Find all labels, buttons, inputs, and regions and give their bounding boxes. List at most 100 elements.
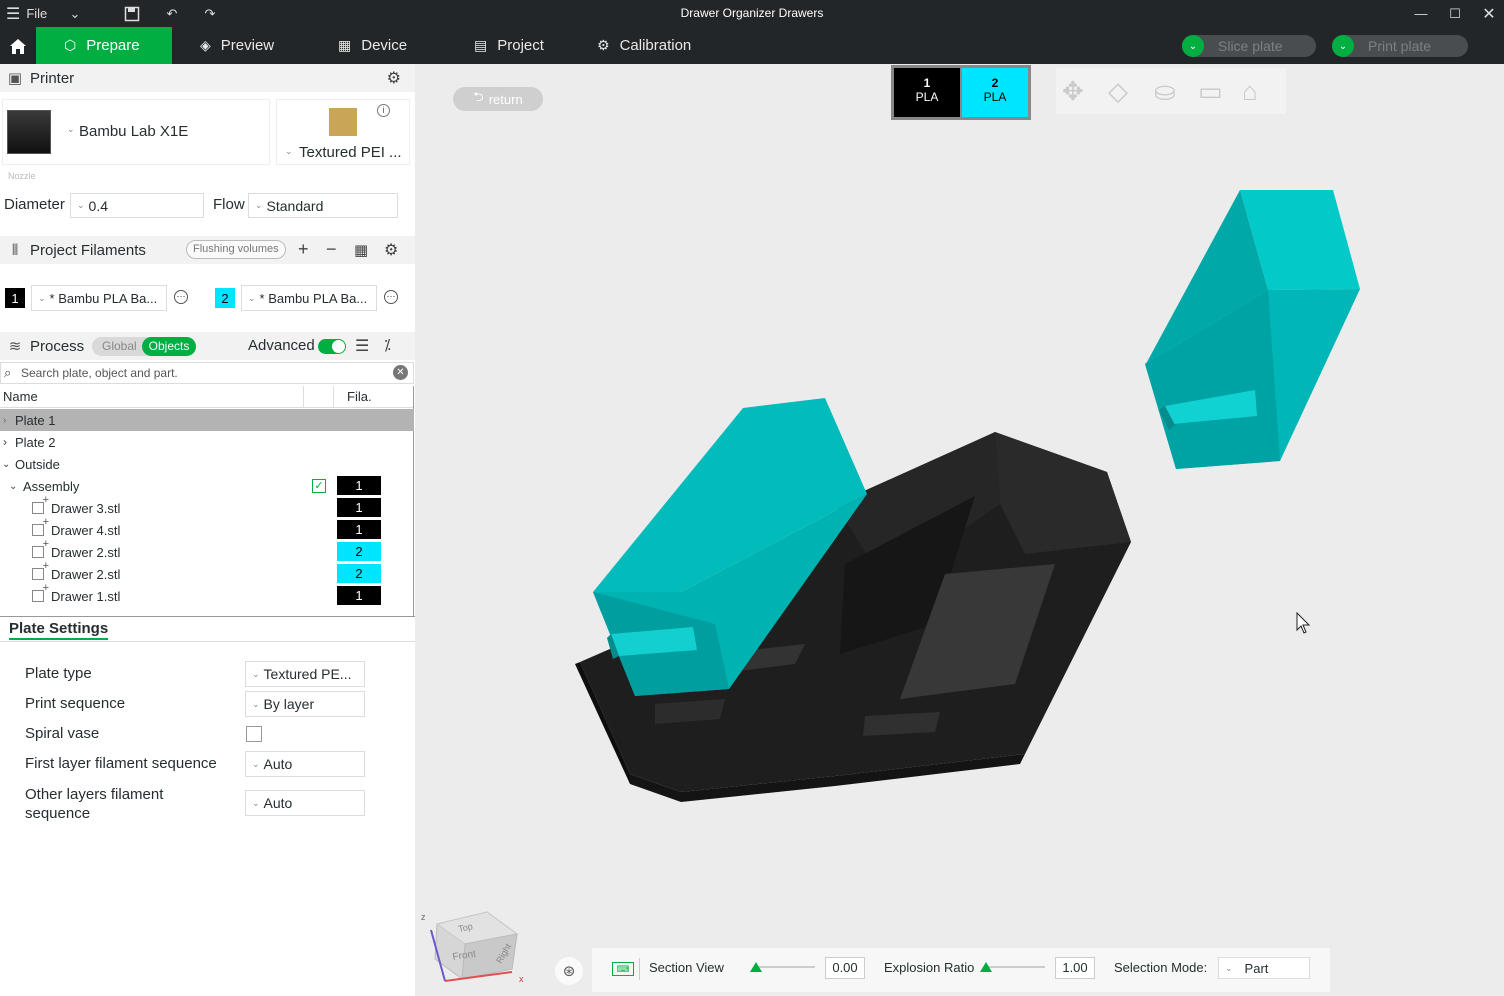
tree-row-plate-2[interactable]: › Plate 2 (0, 431, 414, 453)
plate-settings-header: Plate Settings (0, 616, 415, 642)
filament-swatch[interactable]: 1 (337, 586, 381, 605)
filament-swatch[interactable]: 1 (337, 498, 381, 517)
first-layer-sequence-select[interactable]: ⌄ Auto (245, 751, 365, 777)
chevron-right-icon[interactable]: › (3, 435, 7, 449)
print-plate-button[interactable]: ⌄ Print plate (1332, 35, 1468, 57)
tree-row-part[interactable]: Drawer 1.stl 1 (0, 582, 414, 607)
info-icon[interactable]: i (377, 104, 390, 117)
explosion-ratio-slider[interactable] (980, 962, 1045, 972)
tab-device[interactable]: ▦ Device (338, 27, 448, 64)
spiral-vase-checkbox[interactable] (246, 726, 262, 742)
more-icon[interactable]: ··· (174, 290, 188, 304)
global-option[interactable]: Global (102, 339, 137, 353)
chevron-right-icon[interactable]: › (3, 415, 6, 426)
checkbox-checked-icon[interactable]: ✓ (312, 479, 326, 493)
plate-type-select[interactable]: ⌄ Textured PE... (245, 661, 365, 687)
tab-prepare-label: Prepare (86, 37, 140, 54)
tab-calibration[interactable]: ⚙ Calibration (597, 27, 727, 64)
filament-name-1: * Bambu PLA Ba... (49, 290, 158, 306)
add-icon[interactable]: + (298, 239, 309, 260)
tab-project[interactable]: ▤ Project (474, 27, 584, 64)
3d-viewport[interactable]: ⮌ return 1 PLA 2 PLA ✥ ◇ ⛀ ▭ ⌂ Top Front… (415, 64, 1504, 996)
filament-swatch[interactable]: 2 (337, 564, 381, 583)
chevron-down-icon[interactable]: ⌄ (1332, 35, 1354, 57)
diameter-label: Diameter (4, 196, 65, 213)
slider-handle[interactable] (980, 962, 992, 972)
selection-mode-value: Part (1244, 960, 1269, 976)
home-button[interactable] (0, 27, 36, 64)
tree-row-part[interactable]: Drawer 2.stl 2 (0, 538, 414, 563)
section-view-label: Section View (649, 960, 724, 975)
plate-selector[interactable]: i ⌄ Textured PEI ... (276, 99, 410, 165)
filament-name-2: * Bambu PLA Ba... (259, 290, 368, 306)
selection-mode-select[interactable]: ⌄ Part (1218, 957, 1310, 979)
diameter-select[interactable]: ⌄ 0.4 (70, 193, 204, 218)
filament-index-2[interactable]: 2 (215, 288, 235, 308)
chevron-down-icon[interactable]: ⌄ (1182, 35, 1204, 57)
process-section-header: ≋ Process Global Objects Advanced ☰ ⁒ (0, 332, 415, 360)
tree-row-plate-1[interactable]: › Plate 1 (0, 409, 414, 431)
first-layer-sequence-label: First layer filament sequence (25, 755, 217, 772)
filament-swatch[interactable]: 1 (337, 476, 381, 495)
device-icon: ▦ (338, 37, 352, 53)
search-field[interactable]: ⌕ Search plate, object and part. ✕ (0, 362, 414, 384)
print-sequence-select[interactable]: ⌄ By layer (245, 691, 365, 717)
part-icon (32, 538, 49, 558)
tree-label: Plate 1 (15, 412, 56, 428)
focus-icon: ⊛ (562, 963, 576, 980)
ams-sync-icon[interactable]: ▦ (354, 241, 368, 259)
explosion-ratio-input[interactable]: 1.00 (1055, 957, 1095, 979)
slice-plate-button[interactable]: ⌄ Slice plate (1182, 35, 1316, 57)
section-view-slider[interactable] (750, 962, 815, 972)
search-input[interactable]: Search plate, object and part. (21, 366, 178, 380)
title-bar: ☰ File ⌄ ↶ ↷ Drawer Organizer Drawers — … (0, 0, 1504, 27)
tab-preview[interactable]: ◈ Preview (200, 27, 310, 64)
part-icon (32, 494, 49, 514)
chevron-down-icon[interactable]: ⌄ (9, 481, 17, 492)
filament-select-2[interactable]: ⌄ * Bambu PLA Ba... (241, 285, 377, 311)
list-icon[interactable]: ☰ (355, 336, 369, 356)
maximize-icon[interactable]: ☐ (1442, 0, 1468, 27)
tree-row-part[interactable]: Drawer 3.stl 1 (0, 494, 414, 519)
filament-index-1[interactable]: 1 (5, 288, 25, 308)
filament-select-1[interactable]: ⌄ * Bambu PLA Ba... (31, 285, 167, 311)
tab-prepare[interactable]: ⬡ Prepare (36, 27, 172, 64)
view-cube[interactable]: Top Front Right z x (417, 884, 537, 989)
other-layers-sequence-select[interactable]: ⌄ Auto (245, 790, 365, 816)
close-icon[interactable]: ✕ (1476, 0, 1502, 27)
printer-section-header: ▣ Printer ⚙ (0, 64, 415, 92)
printer-selector[interactable]: ⌄ Bambu Lab X1E (2, 99, 270, 165)
keyboard-icon[interactable]: ⌨ (612, 962, 634, 976)
objects-option[interactable]: Objects (142, 337, 196, 356)
chevron-down-icon: ⌄ (248, 292, 256, 303)
advanced-toggle[interactable] (318, 339, 346, 354)
gear-icon[interactable]: ⚙ (384, 240, 398, 260)
scene-canvas[interactable] (415, 64, 1504, 996)
tree-row-assembly[interactable]: ⌄ Assembly ✓ 1 (0, 475, 414, 497)
tree-row-part[interactable]: Drawer 2.stl 2 (0, 560, 414, 585)
section-view-input[interactable]: 0.00 (825, 957, 865, 979)
tree-label: Drawer 4.stl (51, 522, 121, 538)
gear-icon[interactable]: ⚙ (387, 68, 401, 88)
flow-select[interactable]: ⌄ Standard (248, 193, 398, 218)
remove-icon[interactable]: − (326, 239, 337, 260)
drawer-model-floating[interactable] (1145, 190, 1360, 469)
filament-swatch[interactable]: 2 (337, 542, 381, 561)
slider-handle[interactable] (750, 962, 762, 972)
more-icon[interactable]: ··· (384, 290, 398, 304)
flushing-volumes-button[interactable]: Flushing volumes (186, 240, 286, 259)
compare-icon[interactable]: ⁒ (384, 336, 391, 354)
printer-thumbnail (7, 110, 51, 154)
tree-row-part[interactable]: Drawer 4.stl 1 (0, 516, 414, 541)
global-objects-toggle[interactable]: Global Objects (92, 337, 196, 356)
chevron-down-icon: ⌄ (1225, 962, 1233, 973)
tree-label: Drawer 3.stl (51, 500, 121, 516)
tree-row-outside[interactable]: ⌄ Outside (0, 453, 414, 475)
chevron-down-icon[interactable]: ⌄ (2, 459, 10, 470)
part-icon (32, 516, 49, 536)
minimize-icon[interactable]: — (1408, 0, 1434, 27)
part-icon (32, 582, 49, 602)
camera-reset-button[interactable]: ⊛ (555, 957, 583, 985)
clear-search-icon[interactable]: ✕ (393, 365, 408, 380)
filament-swatch[interactable]: 1 (337, 520, 381, 539)
